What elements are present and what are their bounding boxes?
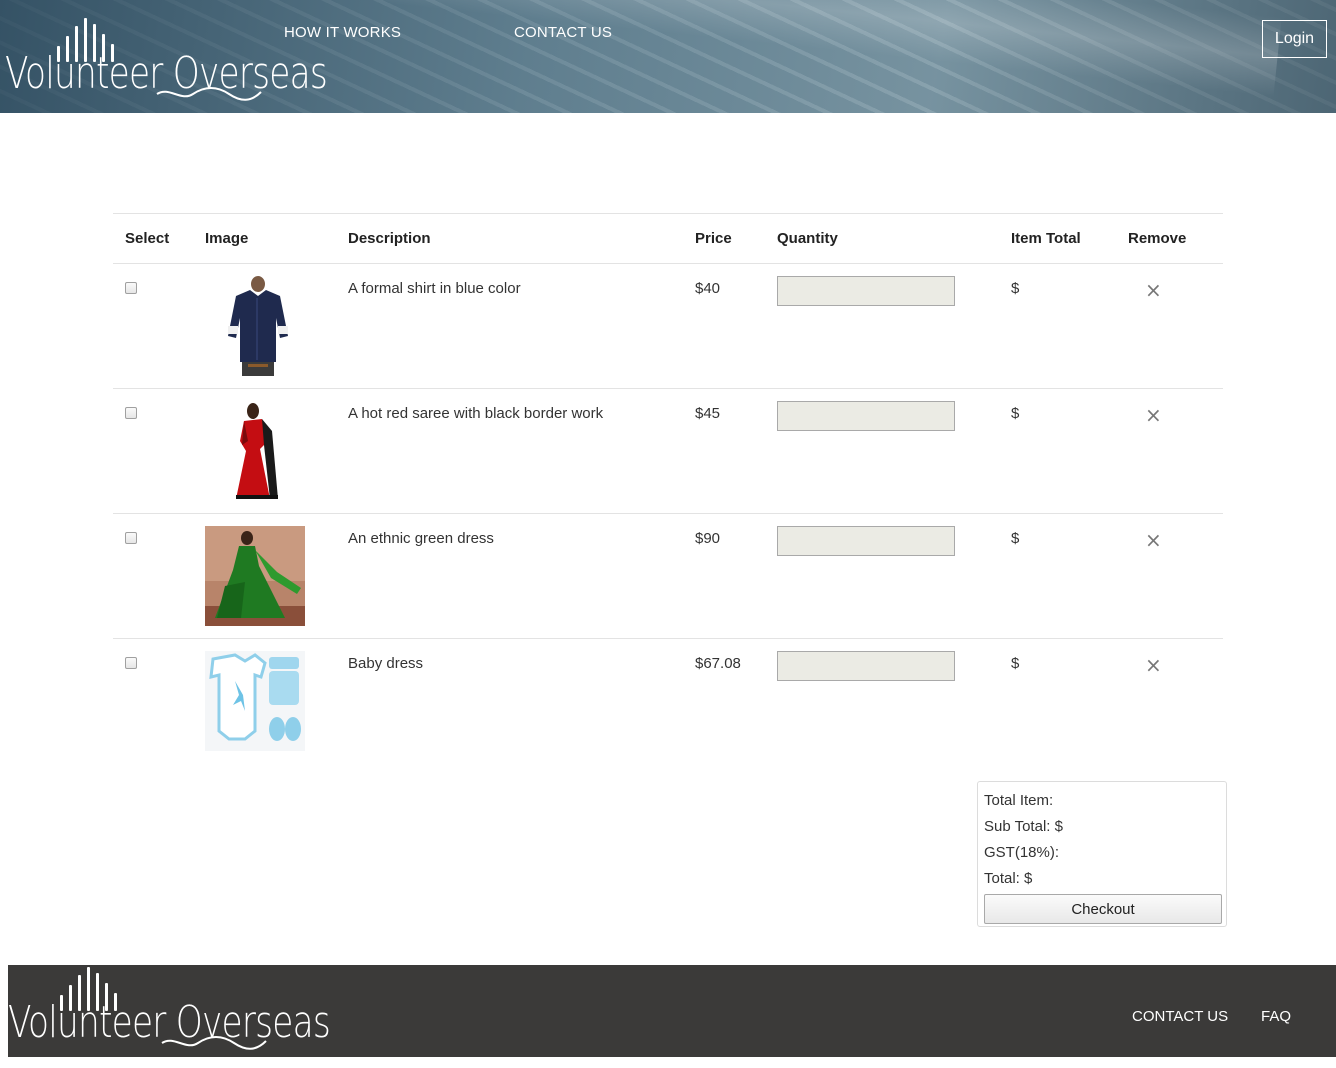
summary-sub-total: Sub Total: $ — [984, 818, 1063, 835]
quantity-input[interactable] — [777, 651, 955, 681]
red-saree-image — [208, 401, 308, 501]
footer-logo[interactable]: Volunteer Overseas — [8, 967, 331, 1050]
item-description: Baby dress — [348, 655, 424, 672]
remove-icon[interactable]: × — [1145, 530, 1162, 550]
remove-icon[interactable]: × — [1145, 405, 1162, 425]
item-price: $67.08 — [695, 655, 741, 672]
select-checkbox[interactable] — [125, 532, 137, 544]
quantity-input[interactable] — [777, 526, 955, 556]
item-price: $90 — [683, 513, 765, 639]
table-row: A hot red saree with black border work $… — [113, 388, 1223, 514]
cart-table: Select Image Description Price Quantity … — [113, 213, 1223, 764]
logo-wave-icon — [161, 1036, 267, 1050]
remove-icon[interactable]: × — [1145, 655, 1162, 675]
green-dress-image — [205, 526, 305, 626]
item-total: $ — [999, 388, 1116, 514]
table-row: An ethnic green dress $90 $ × — [113, 513, 1223, 639]
blue-shirt-image — [208, 276, 308, 376]
site-logo[interactable]: Volunteer Overseas — [5, 18, 328, 101]
col-header-quantity: Quantity — [765, 213, 999, 264]
item-total: $ — [1011, 655, 1020, 672]
logo-wave-icon — [156, 87, 262, 101]
select-checkbox[interactable] — [125, 657, 137, 669]
remove-icon[interactable]: × — [1145, 280, 1162, 300]
col-header-select: Select — [113, 213, 193, 264]
footer-faq[interactable]: FAQ — [1261, 1008, 1291, 1025]
item-description: A hot red saree with black border work — [336, 388, 683, 514]
item-description: An ethnic green dress — [336, 513, 683, 639]
footer-contact-us[interactable]: CONTACT US — [1132, 1008, 1228, 1025]
summary-total-item: Total Item: — [984, 792, 1054, 809]
col-header-remove: Remove — [1116, 213, 1223, 264]
item-price: $45 — [683, 388, 765, 514]
quantity-input[interactable] — [777, 401, 955, 431]
baby-dress-image — [205, 651, 305, 751]
col-header-image: Image — [193, 213, 336, 264]
nav-how-it-works[interactable]: HOW IT WORKS — [284, 24, 401, 41]
item-total: $ — [999, 263, 1116, 389]
order-summary: Total Item: Sub Total: $ GST(18%): Total… — [977, 781, 1227, 927]
cart-header-row: Select Image Description Price Quantity … — [113, 213, 1223, 264]
col-header-price: Price — [683, 213, 765, 264]
item-total: $ — [999, 513, 1116, 639]
select-checkbox[interactable] — [125, 282, 137, 294]
select-checkbox[interactable] — [125, 407, 137, 419]
site-footer: Volunteer Overseas CONTACT US FAQ — [8, 965, 1336, 1057]
quantity-input[interactable] — [777, 276, 955, 306]
table-row: A formal shirt in blue color $40 $ × — [113, 263, 1223, 389]
header-background-sheen — [378, 0, 1282, 97]
summary-gst: GST(18%): — [984, 844, 1060, 861]
item-price: $40 — [683, 263, 765, 389]
login-button[interactable]: Login — [1262, 20, 1327, 58]
site-header: Volunteer Overseas HOW IT WORKS CONTACT … — [0, 0, 1336, 113]
table-row: Baby dress $67.08 $ × — [113, 639, 1223, 764]
col-header-description: Description — [336, 213, 683, 264]
col-header-item-total: Item Total — [999, 213, 1116, 264]
summary-total: Total: $ — [984, 870, 1033, 887]
nav-contact-us[interactable]: CONTACT US — [514, 24, 612, 41]
item-description: A formal shirt in blue color — [336, 263, 683, 389]
checkout-button[interactable]: Checkout — [984, 894, 1222, 924]
